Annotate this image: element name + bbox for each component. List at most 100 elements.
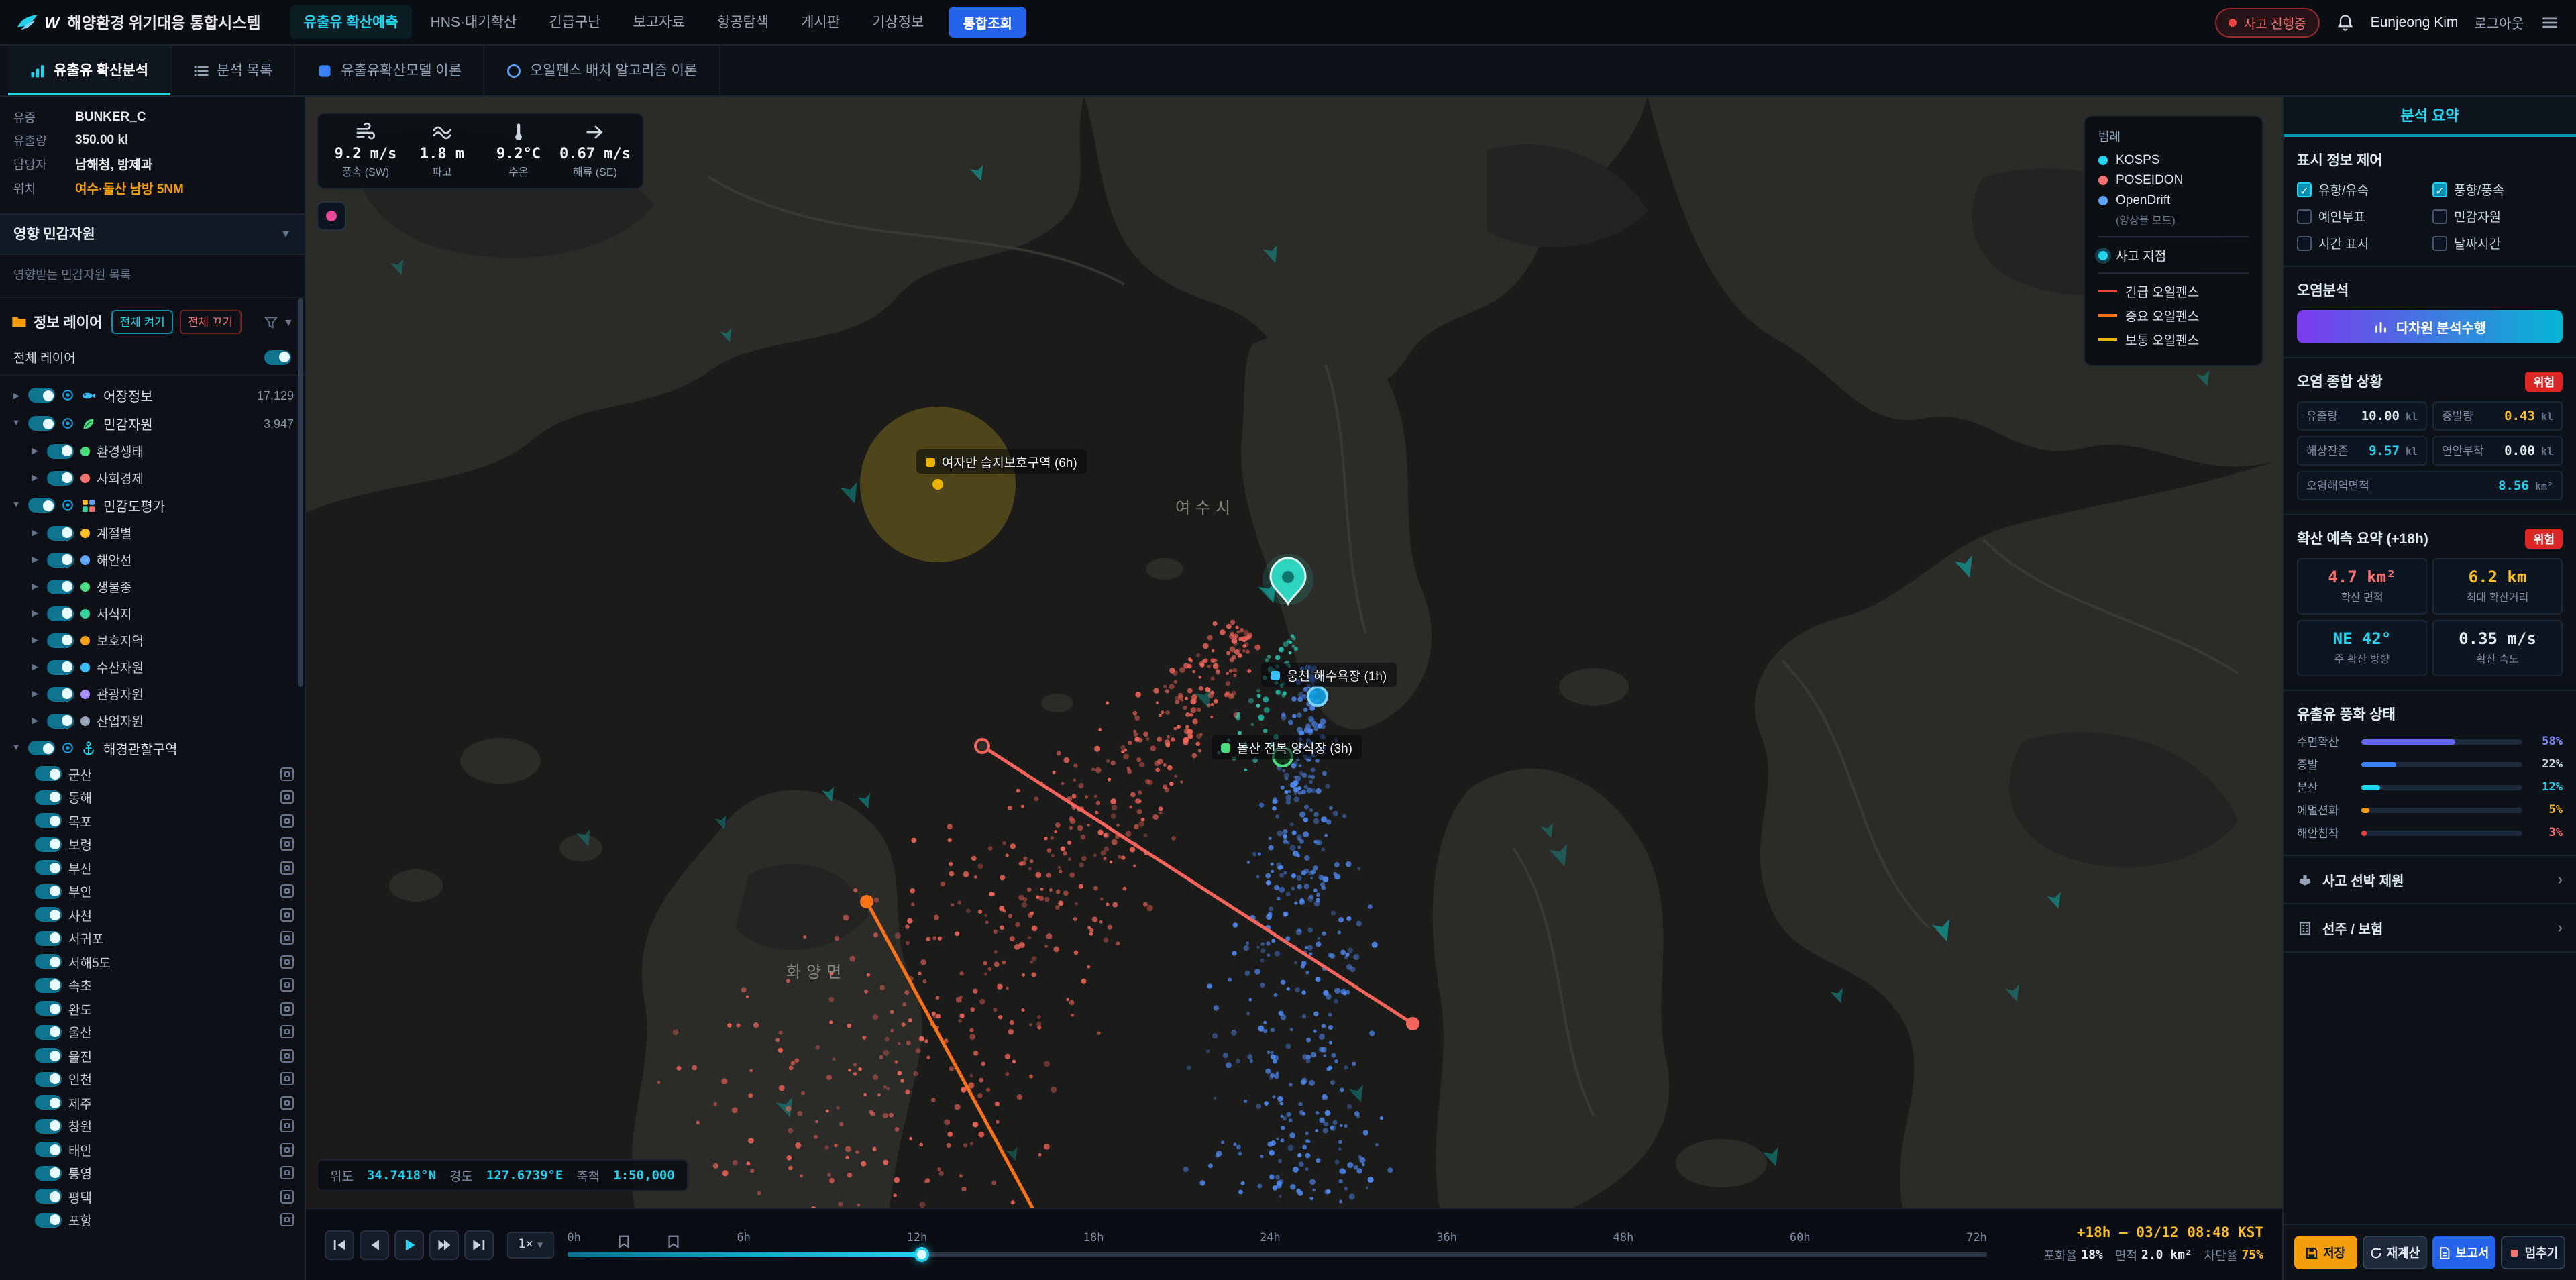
tab-3[interactable]: 오일펜스 배치 알고리즘 이론	[484, 46, 720, 95]
region-item-4[interactable]: 부산	[0, 856, 305, 879]
layer-group-0[interactable]: ▶어장정보17,129	[0, 381, 305, 409]
nav-item-3[interactable]: 보고자료	[620, 5, 698, 39]
layer-toggle[interactable]	[47, 525, 74, 540]
region-item-17[interactable]: 통영	[0, 1161, 305, 1185]
layer-item-2-7[interactable]: ▶산업자원	[0, 707, 305, 734]
layer-toggle[interactable]	[35, 1213, 62, 1228]
layer-item-2-6[interactable]: ▶관광자원	[0, 680, 305, 707]
chevron-right-icon[interactable]: ▶	[30, 635, 40, 645]
tab-1[interactable]: 분석 목록	[171, 46, 295, 95]
chevron-right-icon[interactable]: ▶	[30, 715, 40, 726]
logout-button[interactable]: 로그아웃	[2474, 12, 2524, 32]
nav-item-4[interactable]: 항공탐색	[704, 5, 782, 39]
layer-toggle[interactable]	[28, 416, 55, 431]
map-canvas[interactable]: 9.2 m/s풍속 (SW)1.8 m파고9.2°C수온0.67 m/s해류 (…	[306, 97, 2282, 1208]
stop-button[interactable]: 멈추기	[2500, 1236, 2565, 1269]
zoom-to-region-icon[interactable]	[280, 838, 294, 851]
nav-item-5[interactable]: 게시판	[788, 5, 853, 39]
region-item-12[interactable]: 울진	[0, 1044, 305, 1067]
fast-forward-button[interactable]	[429, 1230, 459, 1259]
display-option-5[interactable]: 날짜시간	[2432, 233, 2563, 252]
layer-toggle[interactable]	[35, 1142, 62, 1157]
layer-item-2-1[interactable]: ▶해안선	[0, 546, 305, 573]
zoom-to-region-icon[interactable]	[280, 1096, 294, 1110]
layer-toggle[interactable]	[47, 633, 74, 647]
layer-toggle[interactable]	[35, 1166, 62, 1181]
zoom-to-region-icon[interactable]	[280, 1214, 294, 1227]
layer-toggle[interactable]	[47, 713, 74, 728]
skip-end-button[interactable]	[464, 1230, 494, 1259]
zoom-to-region-icon[interactable]	[280, 767, 294, 781]
save-button[interactable]: 저장	[2294, 1236, 2357, 1269]
layers-all-on-button[interactable]: 전체 켜기	[111, 310, 172, 334]
region-item-7[interactable]: 서귀포	[0, 926, 305, 950]
collapsed-section-0[interactable]: 사고 선박 제원›	[2284, 856, 2576, 904]
layer-item-1-0[interactable]: ▶환경생태	[0, 437, 305, 464]
checkbox[interactable]	[2432, 235, 2447, 250]
marker-tool-button[interactable]	[317, 201, 346, 231]
timeline-slider[interactable]	[567, 1252, 1987, 1257]
region-item-3[interactable]: 보령	[0, 833, 305, 856]
nav-item-6[interactable]: 기상정보	[859, 5, 937, 39]
nav-quick-link[interactable]: 통합조회	[948, 7, 1027, 38]
zoom-to-region-icon[interactable]	[280, 1073, 294, 1086]
layer-group-1[interactable]: ▼민감자원3,947	[0, 409, 305, 437]
layer-toggle[interactable]	[47, 606, 74, 621]
step-back-button[interactable]	[360, 1230, 389, 1259]
region-item-0[interactable]: 군산	[0, 762, 305, 786]
region-item-10[interactable]: 완도	[0, 997, 305, 1020]
layer-toggle[interactable]	[35, 1002, 62, 1016]
notification-bell-icon[interactable]	[2336, 13, 2355, 32]
incident-pin[interactable]	[1263, 554, 1313, 605]
layer-item-2-3[interactable]: ▶서식지	[0, 600, 305, 627]
chevron-down-icon[interactable]: ▼	[11, 419, 21, 428]
layer-toggle[interactable]	[47, 579, 74, 594]
impact-section-header[interactable]: 영향 민감자원 ▼	[0, 213, 305, 255]
zoom-to-region-icon[interactable]	[280, 1143, 294, 1157]
collapsed-section-1[interactable]: 선주 / 보험›	[2284, 904, 2576, 953]
zoom-to-region-icon[interactable]	[280, 932, 294, 945]
master-layer-toggle[interactable]	[264, 350, 291, 364]
chevron-right-icon[interactable]: ▶	[11, 390, 21, 401]
report-button[interactable]: 보고서	[2432, 1236, 2495, 1269]
tab-2[interactable]: 유출유확산모델 이론	[295, 46, 484, 95]
play-button[interactable]	[394, 1230, 424, 1259]
zoom-to-region-icon[interactable]	[280, 979, 294, 992]
zoom-to-region-icon[interactable]	[280, 955, 294, 969]
region-item-8[interactable]: 서해5도	[0, 950, 305, 973]
region-item-6[interactable]: 사천	[0, 903, 305, 926]
layer-toggle[interactable]	[35, 1025, 62, 1040]
refresh-button[interactable]: 재계산	[2362, 1236, 2427, 1269]
layer-toggle[interactable]	[47, 659, 74, 674]
nav-item-1[interactable]: HNS·대기확산	[417, 5, 531, 39]
chevron-down-icon[interactable]: ▼	[11, 743, 21, 753]
checkbox[interactable]	[2432, 182, 2447, 197]
checkbox[interactable]	[2432, 209, 2447, 223]
layer-toggle[interactable]	[35, 955, 62, 969]
display-option-2[interactable]: 예인부표	[2297, 207, 2427, 225]
region-item-16[interactable]: 태안	[0, 1138, 305, 1161]
layer-toggle[interactable]	[35, 837, 62, 852]
chevron-right-icon[interactable]: ▶	[30, 608, 40, 619]
layer-group-3[interactable]: ▼해경관할구역	[0, 734, 305, 762]
fence-endpoint[interactable]	[860, 895, 873, 908]
display-option-3[interactable]: 민감자원	[2432, 207, 2563, 225]
layers-all-off-button[interactable]: 전체 끄기	[180, 310, 241, 334]
region-item-11[interactable]: 울산	[0, 1020, 305, 1044]
chevron-right-icon[interactable]: ▶	[30, 581, 40, 592]
zoom-to-region-icon[interactable]	[280, 1120, 294, 1133]
layer-toggle[interactable]	[35, 884, 62, 899]
chevron-right-icon[interactable]: ▶	[30, 445, 40, 456]
region-item-19[interactable]: 포항	[0, 1208, 305, 1232]
layer-toggle[interactable]	[35, 1119, 62, 1134]
layer-item-1-1[interactable]: ▶사회경제	[0, 464, 305, 491]
zoom-to-region-icon[interactable]	[280, 908, 294, 922]
layer-item-2-4[interactable]: ▶보호지역	[0, 627, 305, 653]
layer-toggle[interactable]	[35, 767, 62, 782]
timeline-handle[interactable]	[915, 1247, 930, 1262]
menu-toggle-icon[interactable]	[2540, 13, 2560, 32]
zoom-to-region-icon[interactable]	[280, 861, 294, 875]
chevron-right-icon[interactable]: ▶	[30, 527, 40, 538]
layer-toggle[interactable]	[35, 814, 62, 829]
region-item-14[interactable]: 제주	[0, 1091, 305, 1114]
